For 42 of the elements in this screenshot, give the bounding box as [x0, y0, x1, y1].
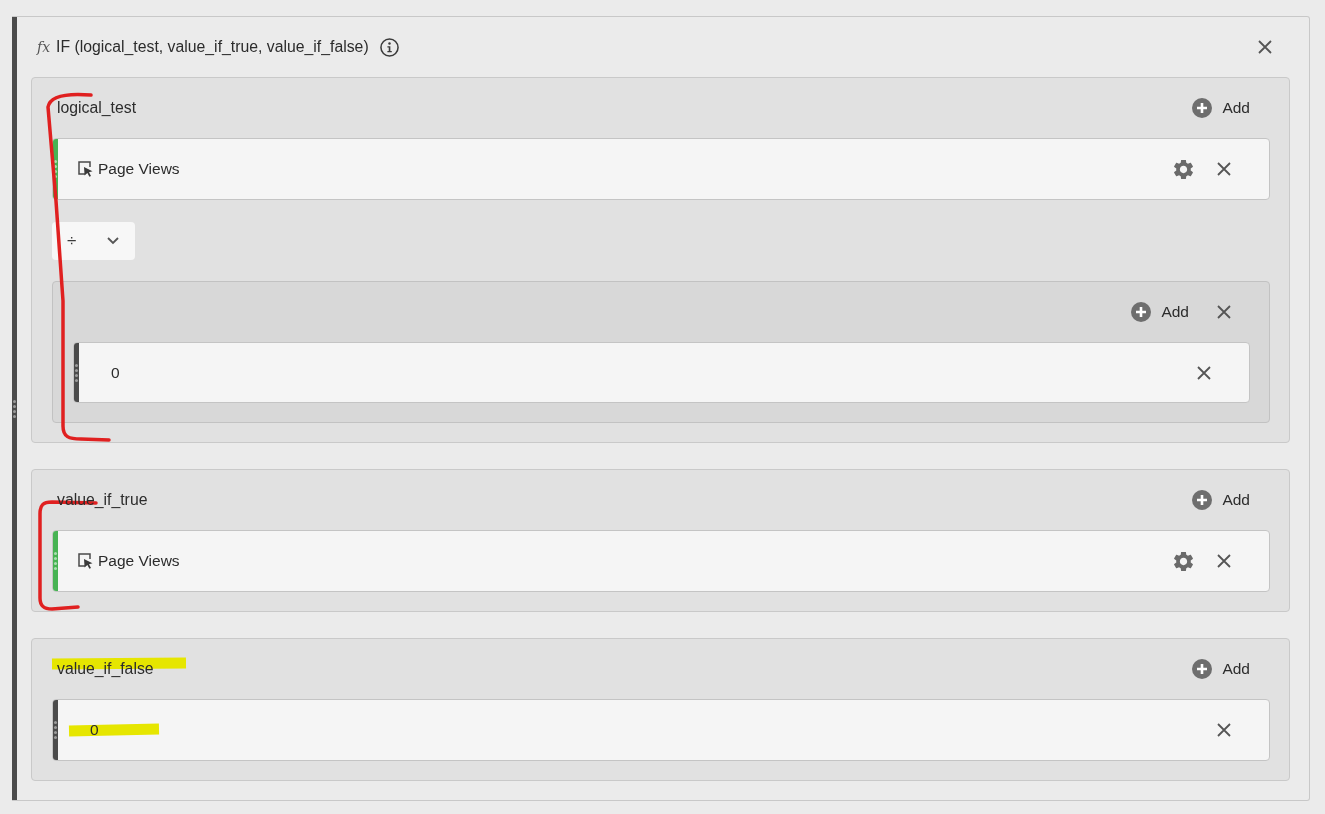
settings-icon [1174, 551, 1193, 571]
number-value: 0 [111, 363, 120, 382]
argument-label: value_if_true [57, 491, 148, 509]
plus-circle-icon [1192, 659, 1213, 679]
pointer-square-icon [78, 553, 93, 569]
chevron-down-icon [107, 237, 119, 245]
argument-label: logical_test [57, 99, 137, 117]
add-button[interactable]: Add [1131, 302, 1189, 322]
close-button[interactable] [1258, 40, 1272, 54]
close-icon [1217, 723, 1231, 737]
remove-button[interactable] [1217, 723, 1231, 737]
operator-dropdown[interactable]: ÷ [52, 222, 135, 260]
close-icon [1217, 554, 1231, 568]
number-value: 0 [90, 721, 99, 739]
metric-name: Page Views [98, 552, 180, 570]
remove-button[interactable] [1217, 162, 1231, 176]
close-icon [1197, 365, 1211, 380]
drag-handle[interactable] [12, 17, 17, 800]
close-icon [1217, 305, 1231, 319]
plus-circle-icon [1192, 98, 1213, 118]
remove-button[interactable] [1217, 305, 1231, 319]
pointer-square-icon [78, 161, 93, 177]
drag-handle[interactable] [74, 343, 79, 402]
settings-button[interactable] [1174, 159, 1193, 179]
settings-icon [1174, 159, 1193, 179]
settings-button[interactable] [1174, 551, 1193, 571]
remove-button[interactable] [1217, 554, 1231, 568]
close-icon [1258, 40, 1272, 54]
close-icon [1217, 162, 1231, 176]
drag-handle[interactable] [53, 700, 58, 760]
drag-handle[interactable] [53, 139, 58, 199]
plus-circle-icon [1192, 490, 1213, 510]
metric-name: Page Views [98, 160, 180, 178]
plus-circle-icon [1131, 302, 1152, 322]
drag-handle[interactable] [53, 531, 58, 591]
add-button[interactable]: Add [1192, 98, 1250, 118]
remove-button[interactable] [1197, 365, 1211, 380]
add-button[interactable]: Add [1192, 490, 1250, 510]
info-icon[interactable] [379, 37, 399, 57]
function-symbol: fx [37, 39, 51, 55]
function-title: IF (logical_test, value_if_true, value_if_false) [56, 38, 369, 56]
add-button[interactable]: Add [1192, 659, 1250, 679]
